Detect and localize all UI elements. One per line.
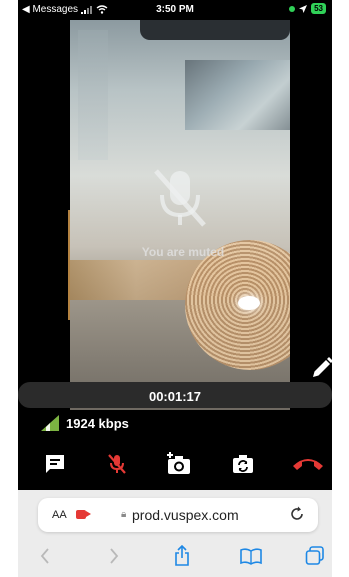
share-icon [175,545,189,566]
chevron-left-icon [40,548,49,564]
video-top-frame [140,20,290,40]
share-button[interactable] [169,544,195,568]
camera-add-icon [167,452,190,474]
battery-icon: 53 [311,3,326,14]
unmute-button[interactable] [102,448,132,480]
status-bar: ◀ Messages 3:50 PM 53 [18,0,332,20]
status-time: 3:50 PM [156,4,194,15]
forward-button[interactable] [101,544,127,568]
mic-in-use-dot-icon [289,5,296,12]
switch-camera-button[interactable] [228,448,258,480]
microphone-muted-icon [108,454,126,474]
safari-toolbar: AA 🔒︎ prod.vuspex.com [18,490,332,577]
text-size-button[interactable]: AA [52,509,67,521]
tabs-icon [305,546,324,565]
bitrate-indicator: 1924 kbps [40,414,129,432]
location-arrow-icon [299,4,308,13]
bookmarks-icon [240,548,262,565]
chat-icon [46,455,64,473]
pencil-icon[interactable] [310,356,332,380]
muted-microphone-overlay-icon [154,169,206,227]
phone-screen: ◀ Messages 3:50 PM 53 You are muted 00:0… [18,0,332,577]
lock-icon: 🔒︎ [121,509,127,520]
bookmarks-button[interactable] [238,544,264,568]
camera-switch-icon [233,455,253,473]
chat-button[interactable] [40,448,70,480]
tabs-button[interactable] [302,544,328,568]
video-streak [78,30,108,160]
muted-message: You are muted [141,245,225,259]
call-timer: 00:01:17 [148,389,202,404]
address-bar[interactable]: AA 🔒︎ prod.vuspex.com [38,498,318,532]
snapshot-button[interactable] [164,448,194,480]
reload-icon[interactable] [288,505,306,523]
video-window-area [185,60,290,130]
url-text[interactable]: prod.vuspex.com [132,507,239,523]
chevron-right-icon [110,548,119,564]
connection-quality-icon [41,415,59,431]
camera-recording-icon[interactable] [76,510,91,519]
bitrate-value: 1924 kbps [66,415,129,431]
end-call-icon [293,459,323,470]
end-call-button[interactable] [290,448,326,480]
call-controls [18,448,332,484]
back-button[interactable] [32,544,58,568]
video-lamp-light [238,296,260,310]
status-right: 53 [289,3,326,14]
